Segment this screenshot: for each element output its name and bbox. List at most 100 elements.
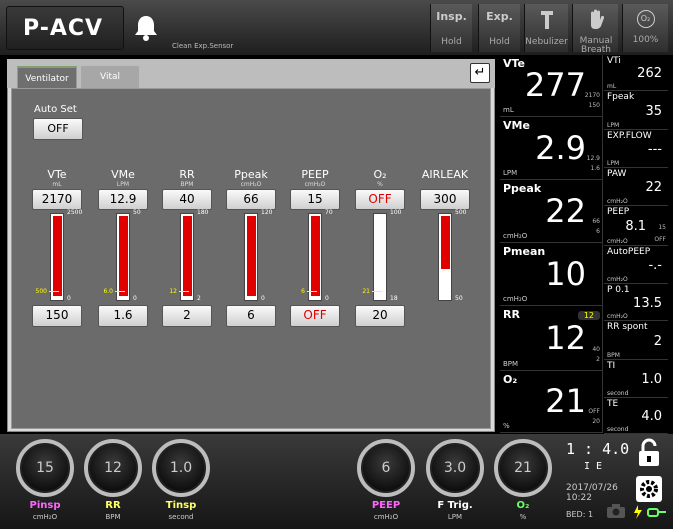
manual-breath-button[interactable]: Manual Breath xyxy=(572,4,618,55)
knob-label: O₂ xyxy=(516,500,530,511)
sub-unit: BPM xyxy=(607,352,620,359)
low-alarm-setting[interactable]: 6 xyxy=(226,305,276,327)
bar-max: 120 xyxy=(261,209,273,216)
current-alarm-value[interactable]: 2170 xyxy=(32,189,82,210)
alarm-bell-button[interactable] xyxy=(126,6,166,50)
power-status xyxy=(632,504,668,520)
alarm-limit-marker xyxy=(372,291,382,292)
current-alarm-value[interactable]: 66 xyxy=(226,189,276,210)
alarm-bar-fill xyxy=(247,216,256,296)
monitor-unit: cmH₂O xyxy=(503,295,528,303)
monitor-unit: mL xyxy=(503,106,514,114)
mode-display[interactable]: P-ACV xyxy=(6,6,124,50)
monitor-lo: 1.6 xyxy=(590,165,600,172)
settings-button[interactable] xyxy=(636,476,662,502)
monitor-value: 10 xyxy=(545,254,586,293)
rr-setting-badge: 12 xyxy=(577,311,600,320)
knob-2[interactable]: 1.0 xyxy=(152,439,210,497)
knob-unit: LPM xyxy=(447,513,463,521)
low-alarm-setting[interactable]: 20 xyxy=(355,305,405,327)
gear-icon xyxy=(640,480,658,498)
monitor-2: Ppeak 22 cmH₂O 66 6 xyxy=(500,180,603,243)
monitor-0: VTe 277 mL 2170 150 xyxy=(500,55,603,117)
monitor-sub-6: P 0.1 13.5 cmH₂O xyxy=(604,284,668,321)
current-alarm-value[interactable]: 12.9 xyxy=(98,189,148,210)
alarm-bar xyxy=(438,213,452,301)
sub-value: 2 xyxy=(653,333,662,349)
sub-unit: second xyxy=(607,426,629,433)
sub-unit: mL xyxy=(607,83,617,90)
alarm-bar-fill xyxy=(119,216,128,296)
low-alarm-setting[interactable]: 1.6 xyxy=(98,305,148,327)
o2-icon: O₂ xyxy=(636,10,655,28)
nebulizer-icon xyxy=(540,11,553,29)
sub-value: 262 xyxy=(637,66,662,81)
alarm-limit-value: 6 xyxy=(301,288,305,295)
insp-hold-button[interactable]: Insp. Hold xyxy=(430,4,472,52)
tab-ventilator[interactable]: Ventilator xyxy=(17,66,77,88)
current-alarm-value[interactable]: OFF xyxy=(355,189,405,210)
monitor-4: RR 12 BPM 40 2 12 xyxy=(500,306,603,371)
sub-unit: cmH₂O xyxy=(607,238,628,245)
hand-icon xyxy=(590,9,604,29)
alarm-bar-fill xyxy=(441,216,450,269)
auto-set-button[interactable]: OFF xyxy=(33,118,83,140)
monitor-value: 12 xyxy=(545,318,586,357)
tab-vital[interactable]: Vital xyxy=(81,66,139,88)
monitor-label: VMe xyxy=(503,119,530,132)
lock-icon xyxy=(639,438,659,466)
knob-unit: second xyxy=(168,513,194,521)
sub-label: EXP.FLOW xyxy=(607,131,652,141)
alarm-limit-marker xyxy=(49,291,59,292)
power-plug-icon xyxy=(634,505,666,519)
monitor-value: 2.9 xyxy=(535,128,586,167)
current-alarm-value[interactable]: 15 xyxy=(290,189,340,210)
knob-4[interactable]: 3.0 xyxy=(426,439,484,497)
column-name: Ppeak xyxy=(234,168,268,181)
exp-hold-label: Exp. xyxy=(486,10,513,23)
monitor-value: 277 xyxy=(524,66,586,104)
monitor-value: 22 xyxy=(545,191,586,230)
sub-unit: second xyxy=(607,390,629,397)
low-alarm-setting[interactable]: 2 xyxy=(162,305,212,327)
monitor-label: VTe xyxy=(503,57,526,70)
camera-button[interactable] xyxy=(606,502,626,520)
current-alarm-value[interactable]: 300 xyxy=(420,189,470,210)
monitor-lo: 150 xyxy=(588,102,600,109)
monitor-label: O₂ xyxy=(503,373,518,386)
knob-3[interactable]: 6 xyxy=(357,439,415,497)
current-alarm-value[interactable]: 40 xyxy=(162,189,212,210)
low-alarm-setting[interactable]: 150 xyxy=(32,305,82,327)
sub-label: RR spont xyxy=(607,322,648,332)
bed-label: BED: 1 xyxy=(566,510,594,519)
monitor-hi: 40 xyxy=(592,346,600,353)
alarm-bar xyxy=(116,213,130,301)
knob-label: RR xyxy=(105,500,121,511)
knob-5[interactable]: 21 xyxy=(494,439,552,497)
low-alarm-setting[interactable]: OFF xyxy=(290,305,340,327)
exp-hold-sub: Hold xyxy=(489,37,510,47)
alarm-bar xyxy=(373,213,387,301)
knob-0[interactable]: 15 xyxy=(16,439,74,497)
monitor-hi: OFF xyxy=(588,408,600,415)
sub-unit: LPM xyxy=(607,160,620,167)
monitor-value: 21 xyxy=(545,382,586,420)
o2-100-button[interactable]: O₂ 100% xyxy=(622,4,668,52)
sub-unit: LPM xyxy=(607,122,620,129)
monitor-1: VMe 2.9 LPM 12.9 1.6 xyxy=(500,117,603,180)
monitor-3: Pmean 10 cmH₂O xyxy=(500,243,603,306)
exp-hold-button[interactable]: Exp. Hold xyxy=(478,4,520,52)
column-name: VMe xyxy=(111,168,135,181)
knob-1[interactable]: 12 xyxy=(84,439,142,497)
bar-min: 2 xyxy=(197,295,201,302)
lock-button[interactable] xyxy=(636,438,662,468)
return-button[interactable]: ↵ xyxy=(470,63,490,83)
bar-max: 50 xyxy=(133,209,141,216)
nebulizer-button[interactable]: Nebulizer xyxy=(524,4,568,52)
sub-unit: cmH₂O xyxy=(607,198,628,205)
sub-unit: cmH₂O xyxy=(607,313,628,320)
bar-min: 0 xyxy=(261,295,265,302)
monitor-sub-0: VTi 262 mL xyxy=(604,55,668,91)
ie-ratio: 1 : 4.0 xyxy=(566,440,630,458)
column-unit: mL xyxy=(52,181,62,188)
